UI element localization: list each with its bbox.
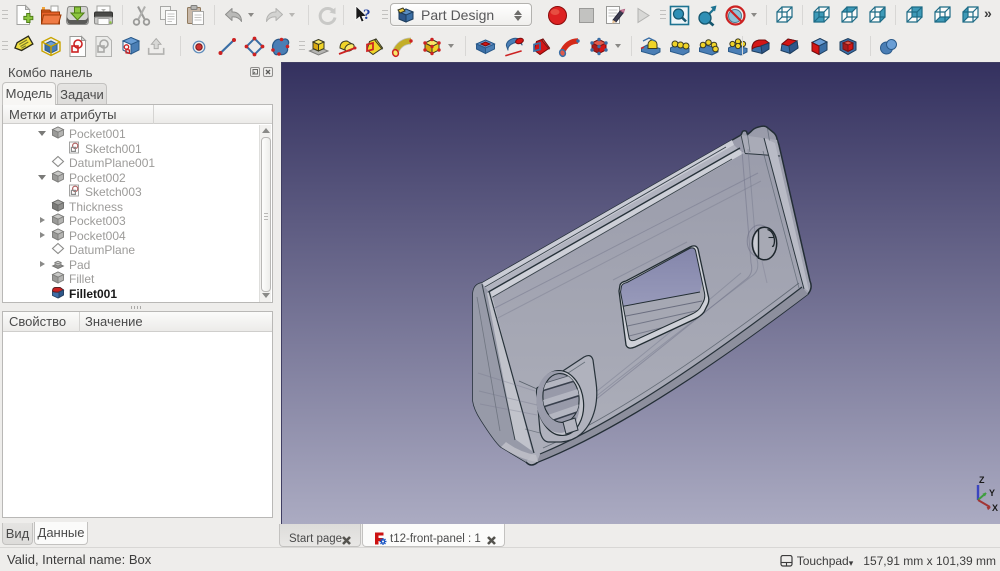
svg-text:Y: Y: [989, 488, 995, 498]
svg-text:X: X: [992, 503, 998, 513]
svg-text:?: ?: [363, 7, 371, 23]
svg-text:Z: Z: [979, 475, 985, 485]
